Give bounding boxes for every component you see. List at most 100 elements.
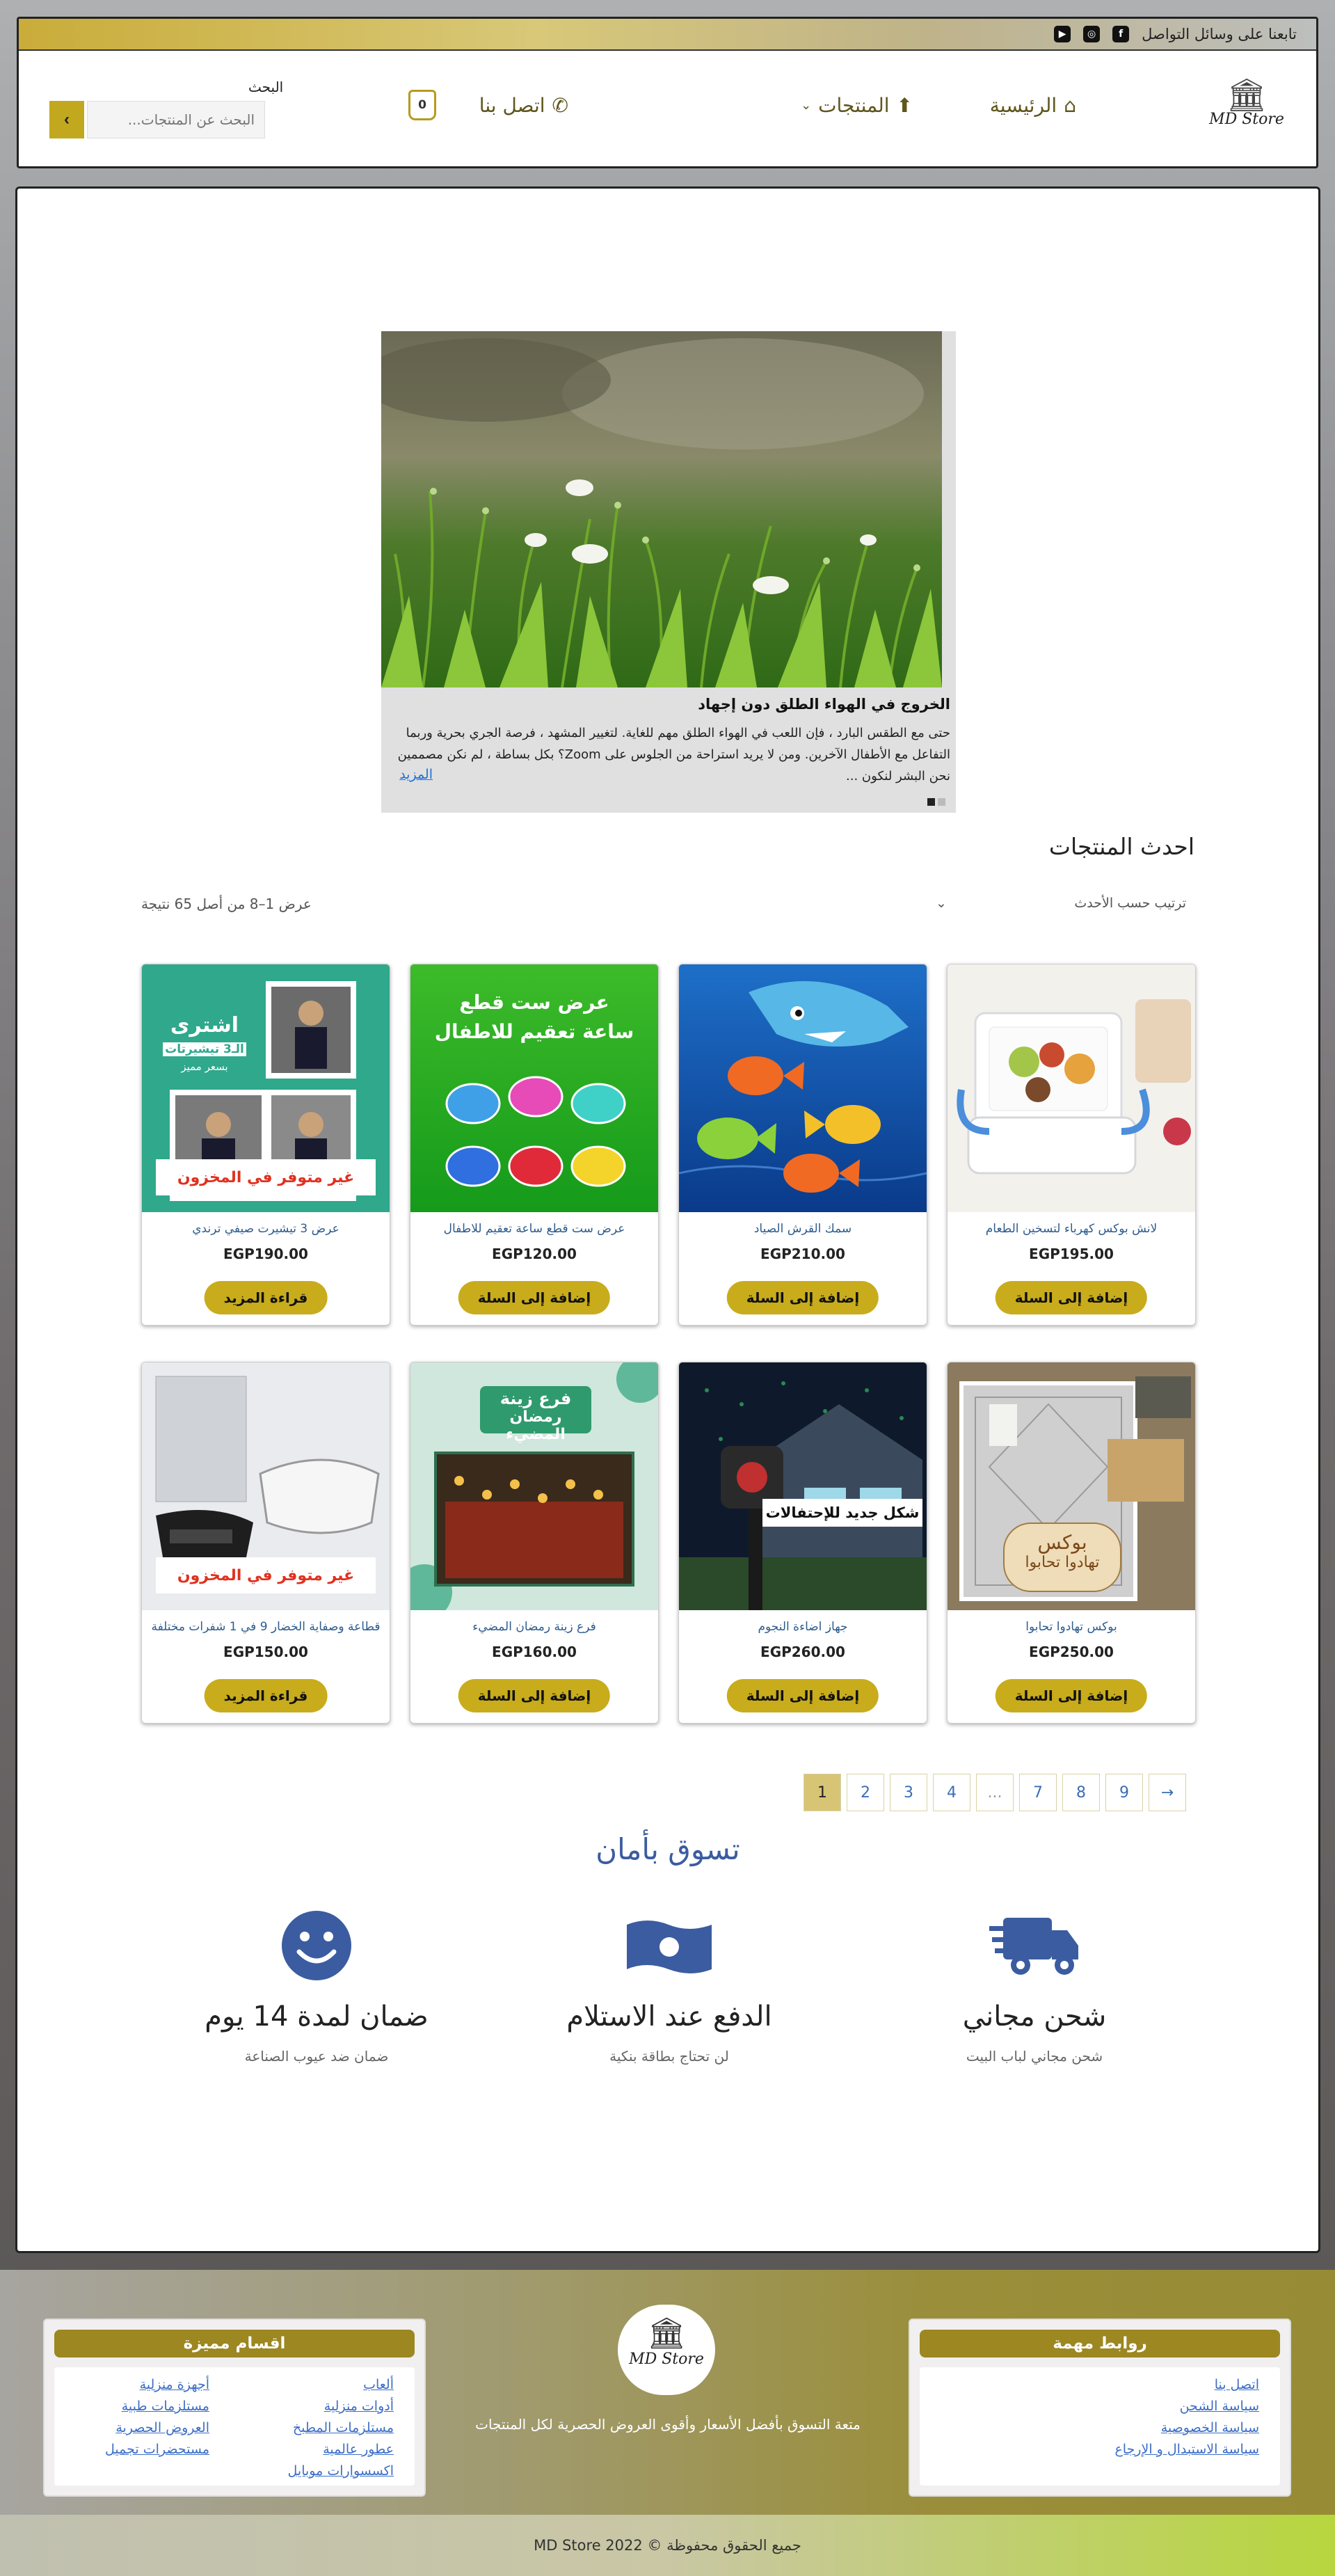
product-card[interactable]: غير متوفر في المخزون قطاعة وصفاية الخضار…	[141, 1362, 390, 1724]
page-4[interactable]: 4	[933, 1774, 970, 1811]
product-image: اشترى الـ3 تيشيرتات بسعر مميز غير متوفر …	[142, 964, 390, 1212]
product-image	[948, 964, 1195, 1212]
nav-products-label: المنتجات	[818, 94, 890, 117]
product-name[interactable]: بوكس تهادوا تحابوا	[948, 1620, 1195, 1634]
smiley-icon	[177, 1907, 456, 1984]
product-name[interactable]: لانش بوكس كهرباء لتسخين الطعام	[948, 1222, 1195, 1236]
add-to-cart-button[interactable]: إضافة إلى السلة	[458, 1281, 611, 1314]
footer-link[interactable]: سياسة الخصوصية	[1161, 2420, 1259, 2435]
site-header: تابعنا على وسائل التواصل f ◎ ▶ 🏛 MD Stor…	[17, 17, 1318, 168]
product-card[interactable]: سمك القرش الصياد EGP210.00 إضافة إلى الس…	[678, 964, 927, 1326]
category-link[interactable]: مستلزمات طبية	[122, 2399, 209, 2414]
product-name[interactable]: قطاعة وصفاية الخضار 9 في 1 شفرات مختلفة	[142, 1620, 390, 1634]
product-price: EGP160.00	[492, 1644, 577, 1660]
footer-categories-box: اقسام مميزة ألعاب أدوات منزلية مستلزمات …	[43, 2319, 426, 2497]
upload-box-icon: ⬆	[896, 94, 913, 117]
footer-links-title: روابط مهمة	[920, 2330, 1280, 2358]
phone-icon: ✆	[552, 94, 568, 117]
nav-contact[interactable]: ✆ اتصل بنا	[479, 94, 568, 117]
site-logo[interactable]: 🏛 MD Store	[1205, 79, 1288, 128]
product-image-text: بسعر مميز	[181, 1060, 228, 1073]
category-link[interactable]: العروض الحصرية	[115, 2420, 209, 2435]
category-link[interactable]: اكسسوارات موبايل	[288, 2463, 394, 2479]
instagram-icon[interactable]: ◎	[1083, 26, 1101, 42]
product-name[interactable]: سمك القرش الصياد	[679, 1222, 927, 1236]
category-link[interactable]: مستحضرات تجميل	[105, 2442, 209, 2457]
cash-icon	[530, 1907, 808, 1984]
read-more-button[interactable]: قراءة المزيد	[204, 1679, 328, 1712]
product-image-text: اشترى	[170, 1013, 239, 1037]
feature-subtitle: ضمان ضد عيوب الصناعة	[244, 2048, 389, 2065]
category-link[interactable]: عطور عالمية	[323, 2442, 394, 2457]
add-to-cart-button[interactable]: إضافة إلى السلة	[995, 1679, 1148, 1712]
pillar-icon: 🏛	[647, 2316, 686, 2351]
product-name[interactable]: عرض 3 تيشيرت صيفي ترندي	[142, 1222, 390, 1236]
footer-categories-title: اقسام مميزة	[54, 2330, 415, 2358]
add-to-cart-button[interactable]: إضافة إلى السلة	[995, 1281, 1148, 1314]
logo-text: MD Store	[1209, 111, 1284, 128]
top-bar: تابعنا على وسائل التواصل f ◎ ▶	[19, 19, 1316, 51]
product-card[interactable]: فرع زينة رمضان المضيء فرع زينة رمضان الم…	[410, 1362, 659, 1724]
home-icon: ⌂	[1064, 94, 1076, 117]
product-name[interactable]: جهاز اضاءة النجوم	[679, 1620, 927, 1634]
feature-title: الدفع عند الاستلام	[566, 2001, 772, 2033]
page-7[interactable]: 7	[1019, 1774, 1057, 1811]
product-price: EGP150.00	[223, 1644, 308, 1660]
chevron-down-icon: ⌄	[936, 896, 947, 911]
product-name[interactable]: عرض ست قطع ساعة تعقيم للاطفال	[410, 1222, 658, 1236]
page-8[interactable]: 8	[1062, 1774, 1100, 1811]
slider-dot-1[interactable]	[927, 798, 935, 806]
youtube-icon[interactable]: ▶	[1054, 26, 1071, 42]
add-to-cart-button[interactable]: إضافة إلى السلة	[726, 1281, 879, 1314]
footer-logo-text: MD Store	[629, 2351, 704, 2368]
product-image	[679, 964, 927, 1212]
copyright-text: جميع الحقوق محفوظة © MD Store 2022	[534, 2537, 801, 2554]
product-card[interactable]: لانش بوكس كهرباء لتسخين الطعام EGP195.00…	[947, 964, 1196, 1326]
cart-count: 0	[418, 98, 426, 112]
read-more-button[interactable]: قراءة المزيد	[204, 1281, 328, 1314]
product-price: EGP190.00	[223, 1246, 308, 1262]
product-image-text: تهادوا تحابوا	[1025, 1554, 1100, 1571]
footer-logo[interactable]: 🏛 MD Store	[618, 2305, 715, 2395]
page-3[interactable]: 3	[890, 1774, 927, 1811]
footer-link[interactable]: سياسة الاستبدال و الإرجاع	[1114, 2442, 1259, 2457]
category-link[interactable]: ألعاب	[363, 2377, 394, 2392]
search-button[interactable]: ›	[49, 101, 84, 138]
footer-link[interactable]: سياسة الشحن	[1180, 2399, 1259, 2414]
slider-dot-2[interactable]	[938, 798, 945, 806]
nav-products[interactable]: ⬆ المنتجات ⌄	[801, 94, 913, 117]
product-price: EGP195.00	[1029, 1246, 1114, 1262]
page-1[interactable]: 1	[804, 1774, 841, 1811]
facebook-icon[interactable]: f	[1112, 26, 1130, 42]
nav-home-label: الرئيسية	[989, 94, 1057, 117]
product-card[interactable]: اشترى الـ3 تيشيرتات بسعر مميز غير متوفر …	[141, 964, 390, 1326]
footer-categories-body: ألعاب أدوات منزلية مستلزمات المطبخ عطور …	[54, 2367, 415, 2486]
product-price: EGP250.00	[1029, 1644, 1114, 1660]
product-image: فرع زينة رمضان المضيء	[410, 1362, 658, 1610]
chevron-down-icon: ⌄	[801, 98, 812, 113]
page-2[interactable]: 2	[847, 1774, 884, 1811]
pillar-icon: 🏛	[1226, 76, 1268, 113]
next-page-button[interactable]: →	[1149, 1774, 1186, 1811]
site-footer: روابط مهمة اتصل بنا سياسة الشحن سياسة ال…	[0, 2270, 1335, 2515]
feature-cash-on-delivery: الدفع عند الاستلام لن تحتاج بطاقة بنكية	[530, 1907, 808, 2065]
page-9[interactable]: 9	[1105, 1774, 1143, 1811]
add-to-cart-button[interactable]: إضافة إلى السلة	[458, 1679, 611, 1712]
product-card[interactable]: شكل جديد للإحتفالات جهاز اضاءة النجوم EG…	[678, 1362, 927, 1724]
category-link[interactable]: أجهزة منزلية	[140, 2377, 209, 2392]
product-name[interactable]: فرع زينة رمضان المضيء	[410, 1620, 658, 1634]
slide-title: الخروج في الهواء الطلق دون إجهاد	[698, 696, 950, 713]
result-count: عرض 1–8 من أصل 65 نتيجة	[141, 896, 312, 912]
nav-home[interactable]: ⌂ الرئيسية	[990, 94, 1076, 117]
cart-button[interactable]: 0	[408, 90, 436, 120]
add-to-cart-button[interactable]: إضافة إلى السلة	[726, 1679, 879, 1712]
product-card[interactable]: بوكس تهادوا تحابوا بوكس تهادوا تحابوا EG…	[947, 1362, 1196, 1724]
category-link[interactable]: أدوات منزلية	[324, 2399, 394, 2414]
product-card[interactable]: عرض ست قطع ساعة تعقيم للاطفال عرض ست قطع…	[410, 964, 659, 1326]
search-input[interactable]	[87, 101, 265, 138]
category-link[interactable]: مستلزمات المطبخ	[293, 2420, 394, 2435]
slide-more-link[interactable]: المزيد	[399, 767, 433, 782]
hero-slider[interactable]: الخروج في الهواء الطلق دون إجهاد حتى مع …	[381, 331, 956, 813]
sort-select[interactable]: ترتيب حسب الأحدث ⌄	[936, 896, 1186, 911]
footer-link[interactable]: اتصل بنا	[1215, 2377, 1259, 2392]
